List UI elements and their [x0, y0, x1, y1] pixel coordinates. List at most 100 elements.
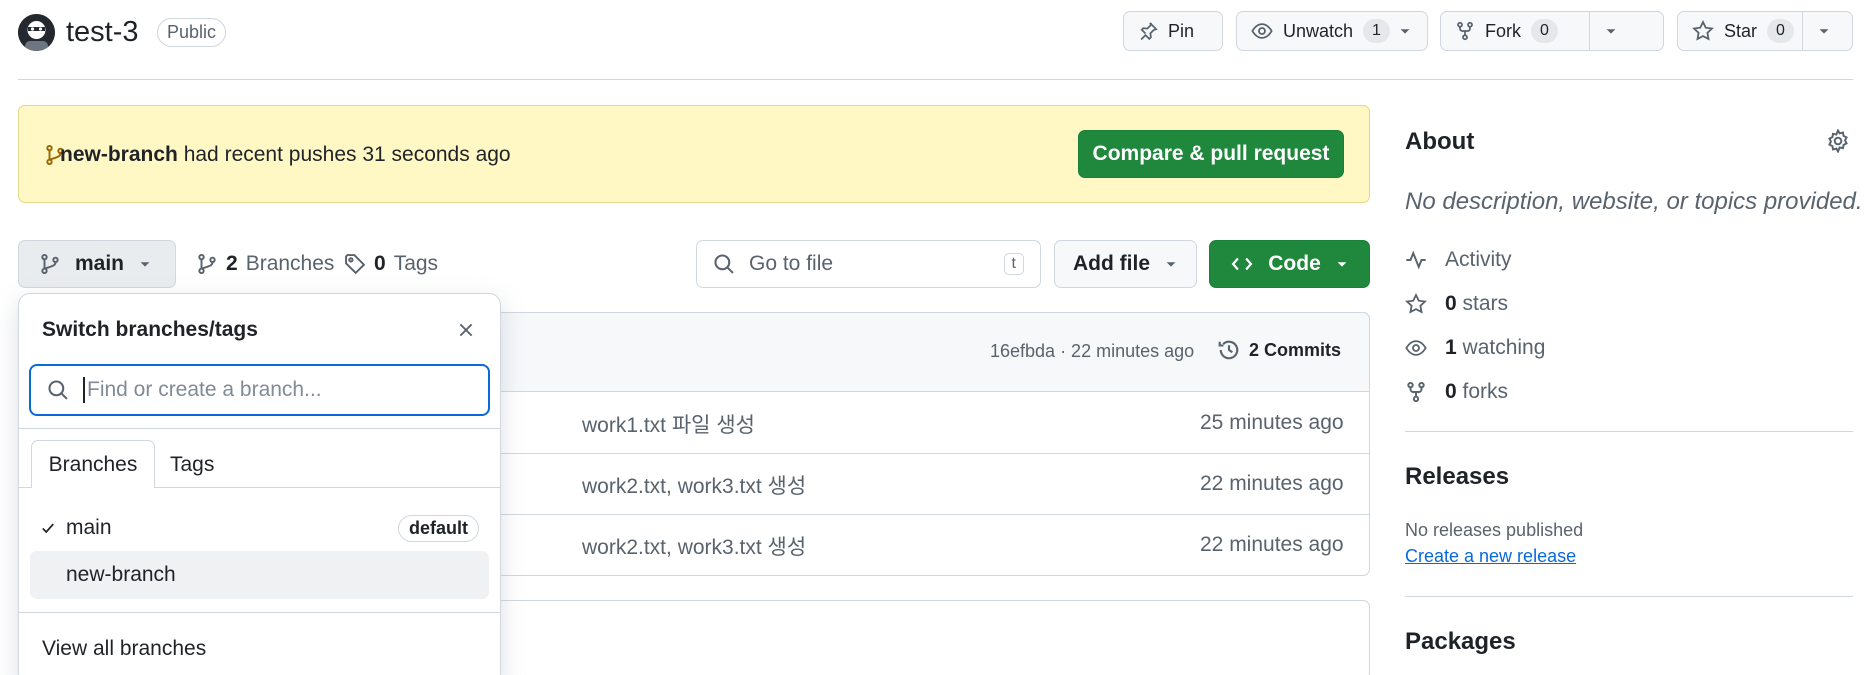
fork-dropdown[interactable] — [1589, 12, 1632, 50]
releases-heading[interactable]: Releases — [1405, 463, 1509, 491]
tags-count: 0 — [374, 252, 386, 275]
add-file-label: Add file — [1073, 252, 1150, 275]
header-divider — [18, 79, 1853, 80]
commit-message[interactable]: work1.txt 파일 생성 — [582, 409, 755, 439]
add-file-button[interactable]: Add file — [1054, 240, 1197, 288]
fork-label: Fork — [1485, 20, 1521, 41]
search-icon — [47, 379, 69, 401]
branch-item-new-branch[interactable]: new-branch — [30, 551, 489, 599]
star-counter: 0 — [1767, 19, 1794, 43]
branch-selector-button[interactable]: main — [18, 240, 176, 288]
gear-icon[interactable] — [1826, 129, 1850, 153]
sidebar-divider — [1405, 596, 1853, 597]
watching-link[interactable]: 1 watching — [1405, 336, 1545, 360]
unwatch-label: Unwatch — [1283, 20, 1354, 41]
branches-label: Branches — [245, 252, 335, 275]
activity-link[interactable]: Activity — [1405, 248, 1512, 272]
banner-message: had recent pushes 31 seconds ago — [183, 143, 511, 166]
stars-count: 0 — [1445, 292, 1457, 315]
forks-link[interactable]: 0 forks — [1405, 380, 1508, 404]
create-release-link[interactable]: Create a new release — [1405, 546, 1576, 567]
branch-name: new-branch — [66, 563, 176, 586]
visibility-badge: Public — [157, 18, 227, 47]
current-branch-label: main — [75, 252, 125, 275]
dropdown-divider — [19, 428, 500, 429]
star-icon — [1692, 20, 1714, 42]
commit-time: 22 minutes ago — [1200, 472, 1344, 495]
no-releases-text: No releases published — [1405, 520, 1584, 540]
branch-search-input[interactable] — [87, 378, 467, 402]
dropdown-divider — [19, 612, 500, 613]
chevron-down-icon — [1335, 257, 1349, 271]
pin-icon — [1138, 21, 1158, 41]
banner-text: new-branch had recent pushes 31 seconds … — [60, 142, 511, 168]
search-icon — [713, 253, 735, 275]
watching-count: 1 — [1445, 336, 1457, 359]
about-heading: About — [1405, 128, 1475, 155]
stars-link[interactable]: 0 stars — [1405, 292, 1508, 316]
default-badge: default — [397, 514, 479, 542]
chevron-down-icon[interactable] — [1398, 24, 1422, 38]
eye-icon — [1405, 337, 1427, 359]
go-to-file-placeholder: Go to file — [749, 252, 834, 275]
tag-icon — [344, 253, 366, 275]
shortcut-key: t — [1003, 253, 1024, 275]
packages-heading[interactable]: Packages — [1405, 628, 1516, 656]
about-description: No description, website, or topics provi… — [1405, 188, 1863, 215]
star-button-group[interactable]: Star 0 — [1677, 11, 1853, 51]
branches-count: 2 — [226, 252, 238, 275]
tags-link[interactable]: 0 Tags — [344, 252, 438, 276]
forks-label: forks — [1462, 380, 1509, 403]
compare-pull-request-button[interactable]: Compare & pull request — [1078, 130, 1344, 178]
star-dropdown[interactable] — [1802, 12, 1845, 50]
commit-message[interactable]: work2.txt, work3.txt 생성 — [582, 531, 806, 561]
repo-name[interactable]: test-3 — [66, 14, 139, 51]
tab-branches[interactable]: Branches — [31, 440, 155, 488]
latest-commit-meta[interactable]: 16efbda · 22 minutes ago — [990, 341, 1194, 362]
star-button[interactable]: Star 0 — [1678, 12, 1794, 50]
chevron-down-icon — [138, 257, 152, 271]
branch-icon — [196, 252, 218, 276]
forks-count: 0 — [1445, 380, 1457, 403]
tab-tags[interactable]: Tags — [170, 453, 214, 477]
code-icon — [1230, 253, 1254, 275]
avatar[interactable] — [18, 14, 55, 51]
branches-link[interactable]: 2 Branches — [196, 252, 334, 276]
watch-counter: 1 — [1363, 19, 1390, 43]
activity-label: Activity — [1445, 248, 1512, 271]
fork-counter: 0 — [1531, 19, 1558, 43]
fork-icon — [1455, 21, 1475, 41]
fork-button[interactable]: Fork 0 — [1441, 12, 1589, 50]
sidebar-divider — [1405, 431, 1853, 432]
pin-label: Pin — [1168, 20, 1195, 41]
dropdown-title: Switch branches/tags — [42, 318, 258, 341]
pin-button[interactable]: Pin — [1123, 11, 1223, 51]
check-icon — [30, 521, 66, 535]
unwatch-button[interactable]: Unwatch 1 — [1236, 11, 1428, 51]
tags-label: Tags — [393, 252, 439, 275]
star-icon — [1405, 293, 1427, 315]
close-button[interactable] — [454, 318, 478, 342]
view-all-branches-link[interactable]: View all branches — [42, 637, 206, 661]
eye-icon — [1251, 20, 1273, 42]
branch-icon — [39, 252, 61, 276]
stars-label: stars — [1462, 292, 1509, 315]
banner-branch[interactable]: new-branch — [60, 143, 178, 166]
commits-link[interactable]: 2 Commits — [1217, 338, 1341, 362]
code-label: Code — [1268, 252, 1321, 275]
code-button[interactable]: Code — [1209, 240, 1370, 288]
fork-button-group[interactable]: Fork 0 — [1440, 11, 1664, 51]
commit-message[interactable]: work2.txt, work3.txt 생성 — [582, 470, 806, 500]
chevron-down-icon — [1164, 257, 1178, 271]
chevron-down-icon — [1817, 24, 1831, 38]
branch-item-main[interactable]: main default — [30, 504, 489, 552]
watching-label: watching — [1462, 336, 1546, 359]
branch-name: main — [66, 516, 112, 539]
go-to-file-input[interactable]: Go to file t — [696, 240, 1041, 288]
branch-search-field[interactable] — [29, 364, 490, 416]
pulse-icon — [1405, 249, 1427, 271]
history-icon — [1217, 338, 1241, 362]
commits-label: 2 Commits — [1249, 339, 1342, 360]
star-label: Star — [1724, 20, 1758, 41]
chevron-down-icon — [1604, 24, 1618, 38]
